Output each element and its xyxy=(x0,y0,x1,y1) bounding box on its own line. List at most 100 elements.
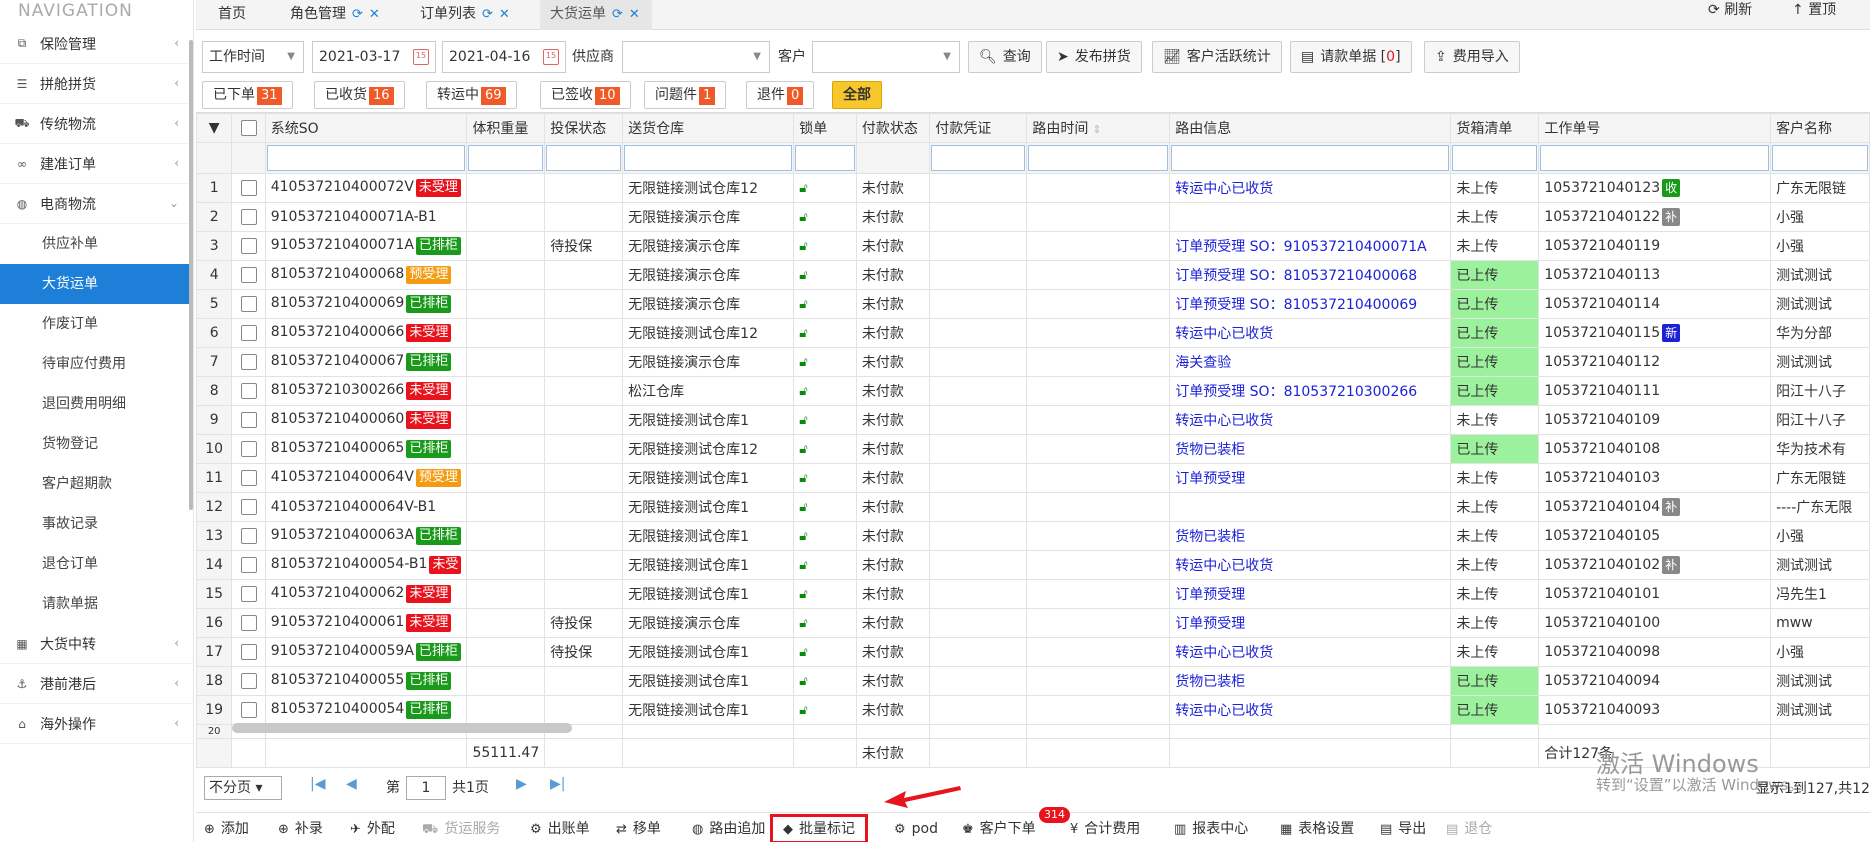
route-info-link[interactable] xyxy=(1169,492,1452,522)
supplier-select[interactable]: ▼ xyxy=(622,41,770,73)
refresh-button[interactable]: ⟳ 刷新 xyxy=(1708,0,1752,22)
status-button-0[interactable]: 已下单 31 xyxy=(202,81,293,109)
unlock-icon[interactable]: 🔓︎ xyxy=(799,239,807,254)
toolbar-button-6[interactable]: ◍ 路由追加 xyxy=(692,817,765,841)
stats-button[interactable]: 📈︎ 客户活跃统计 xyxy=(1152,41,1282,73)
row-checkbox[interactable] xyxy=(231,405,266,435)
status-all-button[interactable]: 全部 xyxy=(832,81,882,109)
row-checkbox[interactable] xyxy=(231,318,266,348)
time-type-select[interactable]: 工作时间 ▼ xyxy=(202,41,304,73)
row-checkbox[interactable] xyxy=(231,637,266,667)
toolbar-button-1[interactable]: ⊕ 补录 xyxy=(278,817,323,841)
unlock-icon[interactable]: 🔓︎ xyxy=(799,471,807,486)
toolbar-button-4[interactable]: ⚙ 出账单 xyxy=(530,817,590,841)
lock-cell[interactable]: 🔓︎ xyxy=(793,579,857,609)
tab-home[interactable]: 首页 xyxy=(212,0,252,30)
row-checkbox[interactable] xyxy=(231,521,266,551)
toolbar-button-7[interactable]: ◆ 批量标记 xyxy=(770,814,868,842)
column-filter-input[interactable] xyxy=(931,145,1026,171)
sidebar-menu-0[interactable]: ⧉ 保险管理 ‹ xyxy=(0,24,193,64)
tab-order-list[interactable]: 订单列表 ⟳ ✕ xyxy=(414,0,516,30)
table-row[interactable]: 2 910537210400071A-B1 无限链接演示仓库 🔓︎ 未付款 未上传 1053… xyxy=(196,202,1870,232)
lock-cell[interactable]: 🔓︎ xyxy=(793,666,857,696)
pin-top-button[interactable]: ↑ 置顶 xyxy=(1792,0,1836,22)
route-info-link[interactable]: 海关查验 xyxy=(1169,347,1452,377)
status-button-1[interactable]: 已收货 16 xyxy=(314,81,405,109)
lock-cell[interactable]: 🔓︎ xyxy=(793,231,857,261)
lock-cell[interactable]: 🔓︎ xyxy=(793,492,857,522)
sidebar-subitem-4[interactable]: 退回费用明细 xyxy=(0,384,193,424)
column-filter-input[interactable] xyxy=(266,145,466,171)
column-header[interactable]: 系统SO xyxy=(264,113,468,143)
row-checkbox[interactable] xyxy=(231,173,266,203)
unlock-icon[interactable]: 🔓︎ xyxy=(799,326,807,341)
toolbar-button-9[interactable]: ♚ 客户下单 314 xyxy=(962,807,1070,841)
column-filter-input[interactable] xyxy=(468,145,544,171)
unlock-icon[interactable]: 🔓︎ xyxy=(799,587,807,602)
sidebar-menu-3[interactable]: ∞ 建准订单 ‹ xyxy=(0,144,193,184)
unlock-icon[interactable]: 🔓︎ xyxy=(799,181,807,196)
table-row[interactable]: 18 810537210400055 已排柜 无限链接测试仓库1 🔓︎ 未付款 货物已装柜已… xyxy=(196,666,1870,696)
route-info-link[interactable]: 转运中心已收货 xyxy=(1169,318,1452,348)
import-fee-button[interactable]: ⇪ 费用导入 xyxy=(1424,41,1520,73)
row-checkbox[interactable] xyxy=(231,695,266,725)
column-filter-input[interactable] xyxy=(624,145,793,171)
table-row[interactable]: 16 910537210400061 未受理 待投保 无限链接演示仓库 🔓︎ 未付款 订单预受… xyxy=(196,608,1870,638)
sidebar-menu-4[interactable]: ◍ 电商物流 ⌄ xyxy=(0,184,193,224)
select-all-checkbox[interactable] xyxy=(231,113,266,143)
lock-cell[interactable]: 🔓︎ xyxy=(793,347,857,377)
route-info-link[interactable]: 转运中心已收货 xyxy=(1169,173,1452,203)
tab-role-management[interactable]: 角色管理 ⟳ ✕ xyxy=(284,0,386,30)
toolbar-button-13[interactable]: ▤ 导出 xyxy=(1380,817,1426,841)
tab-bulk-waybill[interactable]: 大货运单 ⟳ ✕ xyxy=(540,0,652,30)
row-checkbox[interactable] xyxy=(231,434,266,464)
table-row[interactable]: 13 910537210400063A 已排柜 无限链接测试仓库1 🔓︎ 未付款 货物已装柜… xyxy=(196,521,1870,551)
table-row[interactable]: 12 410537210400064V-B1 无限链接测试仓库1 🔓︎ 未付款 未上传 10… xyxy=(196,492,1870,522)
toolbar-button-14[interactable]: ▤ 退仓 xyxy=(1446,817,1492,841)
row-checkbox[interactable] xyxy=(231,666,266,696)
refresh-icon[interactable]: ⟳ xyxy=(612,7,623,22)
invoice-button[interactable]: ▤ 请款单据 [0] xyxy=(1290,41,1412,73)
unlock-icon[interactable]: 🔓︎ xyxy=(799,413,807,428)
table-row[interactable]: 5 810537210400069 已排柜 无限链接演示仓库 🔓︎ 未付款 订单预受理 SO… xyxy=(196,289,1870,319)
table-row[interactable]: 15 410537210400062 未受理 无限链接测试仓库1 🔓︎ 未付款 订单预受理未… xyxy=(196,579,1870,609)
toolbar-button-8[interactable]: ⚙ pod xyxy=(894,817,938,841)
row-checkbox[interactable] xyxy=(231,260,266,290)
filter-icon[interactable]: ▼ xyxy=(196,113,233,143)
refresh-icon[interactable]: ⟳ xyxy=(482,7,493,22)
sort-icon[interactable]: ⇕ xyxy=(1092,123,1101,136)
publish-button[interactable]: ➤ 发布拼货 xyxy=(1046,41,1142,73)
unlock-icon[interactable]: 🔓︎ xyxy=(799,674,807,689)
column-filter-input[interactable] xyxy=(546,145,622,171)
column-header[interactable]: 送货仓库 xyxy=(622,113,795,143)
unlock-icon[interactable]: 🔓︎ xyxy=(799,500,807,515)
route-info-link[interactable]: 订单预受理 xyxy=(1169,579,1452,609)
sidebar-menu2-0[interactable]: ▦ 大货中转 ‹ xyxy=(0,624,193,664)
sidebar-menu2-1[interactable]: ⚓ 港前港后 ‹ xyxy=(0,664,193,704)
unlock-icon[interactable]: 🔓︎ xyxy=(799,442,807,457)
column-header[interactable]: 客户名称 xyxy=(1770,113,1870,143)
table-row[interactable]: 17 910537210400059A 已排柜 待投保 无限链接测试仓库1 🔓︎ 未付款 转运… xyxy=(196,637,1870,667)
table-row[interactable]: 14 810537210400054-B1 未受 无限链接测试仓库1 🔓︎ 未付款 转运中心… xyxy=(196,550,1870,580)
unlock-icon[interactable]: 🔓︎ xyxy=(799,645,807,660)
route-info-link[interactable]: 订单预受理 SO：810537210400069 xyxy=(1169,289,1452,319)
lock-cell[interactable]: 🔓︎ xyxy=(793,289,857,319)
prev-page-icon[interactable]: ◀ xyxy=(346,776,357,792)
customer-select[interactable]: ▼ xyxy=(812,41,960,73)
sidebar-subitem-8[interactable]: 退仓订单 xyxy=(0,544,193,584)
query-button[interactable]: 🔍︎ 查询 xyxy=(968,41,1042,73)
table-row[interactable]: 4 810537210400068 预受理 无限链接演示仓库 🔓︎ 未付款 订单预受理 SO… xyxy=(196,260,1870,290)
sidebar-menu-2[interactable]: ⛟ 传统物流 ‹ xyxy=(0,104,193,144)
table-row[interactable]: 3 910537210400071A 已排柜 待投保 无限链接演示仓库 🔓︎ 未付款 订单预受… xyxy=(196,231,1870,261)
lock-cell[interactable]: 🔓︎ xyxy=(793,608,857,638)
lock-cell[interactable]: 🔓︎ xyxy=(793,550,857,580)
sidebar-menu-1[interactable]: ☰ 拼舱拼货 ‹ xyxy=(0,64,193,104)
horizontal-scrollbar[interactable] xyxy=(232,723,572,733)
sidebar-subitem-2[interactable]: 作废订单 xyxy=(0,304,193,344)
next-page-icon[interactable]: ▶ xyxy=(516,776,527,792)
sidebar-scrollbar[interactable] xyxy=(189,40,193,510)
route-info-link[interactable]: 订单预受理 xyxy=(1169,463,1452,493)
unlock-icon[interactable]: 🔓︎ xyxy=(799,529,807,544)
row-checkbox[interactable] xyxy=(231,231,266,261)
row-checkbox[interactable] xyxy=(231,289,266,319)
